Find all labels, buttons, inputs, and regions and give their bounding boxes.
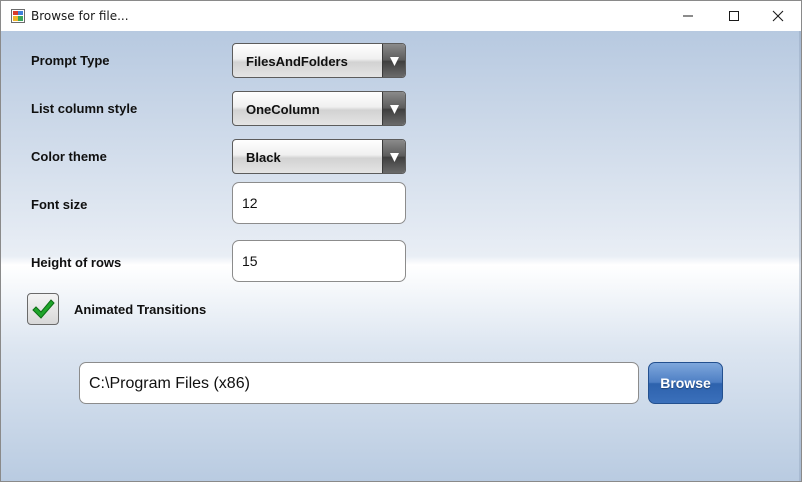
app-icon — [11, 9, 25, 23]
browse-button[interactable]: Browse — [648, 362, 723, 404]
list-column-style-value: OneColumn — [246, 102, 320, 117]
row-height-field[interactable] — [232, 240, 406, 282]
color-theme-dropdown[interactable]: Black — [232, 139, 406, 174]
window-title: Browse for file... — [31, 9, 129, 23]
color-theme-label: Color theme — [31, 149, 107, 164]
chevron-down-icon — [389, 104, 399, 114]
path-input[interactable] — [89, 375, 619, 393]
chevron-down-icon — [389, 152, 399, 162]
font-size-label: Font size — [31, 197, 88, 212]
window-edge — [799, 31, 801, 481]
row-height-label: Height of rows — [31, 255, 122, 270]
color-theme-dropdown-button[interactable] — [382, 140, 405, 173]
browse-window: Browse for file... Prompt Type FilesAndF… — [0, 0, 802, 482]
maximize-icon — [729, 11, 739, 21]
row-height-input[interactable] — [242, 253, 392, 269]
checkmark-icon — [32, 299, 55, 319]
animated-transitions-checkbox[interactable] — [27, 293, 59, 325]
title-bar[interactable]: Browse for file... — [1, 1, 801, 31]
form-area: Prompt Type FilesAndFolders List column … — [1, 31, 801, 481]
minimize-button[interactable] — [665, 1, 711, 31]
animated-transitions-label[interactable]: Animated Transitions — [74, 302, 206, 317]
list-column-style-label: List column style — [31, 101, 138, 116]
prompt-type-label: Prompt Type — [31, 53, 110, 68]
path-field[interactable] — [79, 362, 639, 404]
prompt-type-dropdown[interactable]: FilesAndFolders — [232, 43, 406, 78]
list-column-style-dropdown-button[interactable] — [382, 92, 405, 125]
list-column-style-dropdown[interactable]: OneColumn — [232, 91, 406, 126]
chevron-down-icon — [389, 56, 399, 66]
close-button[interactable] — [755, 1, 801, 31]
prompt-type-value: FilesAndFolders — [246, 54, 348, 69]
minimize-icon — [683, 15, 693, 17]
font-size-field[interactable] — [232, 182, 406, 224]
prompt-type-dropdown-button[interactable] — [382, 44, 405, 77]
color-theme-value: Black — [246, 150, 281, 165]
maximize-button[interactable] — [711, 1, 757, 31]
close-icon — [772, 10, 784, 22]
font-size-input[interactable] — [242, 195, 392, 211]
